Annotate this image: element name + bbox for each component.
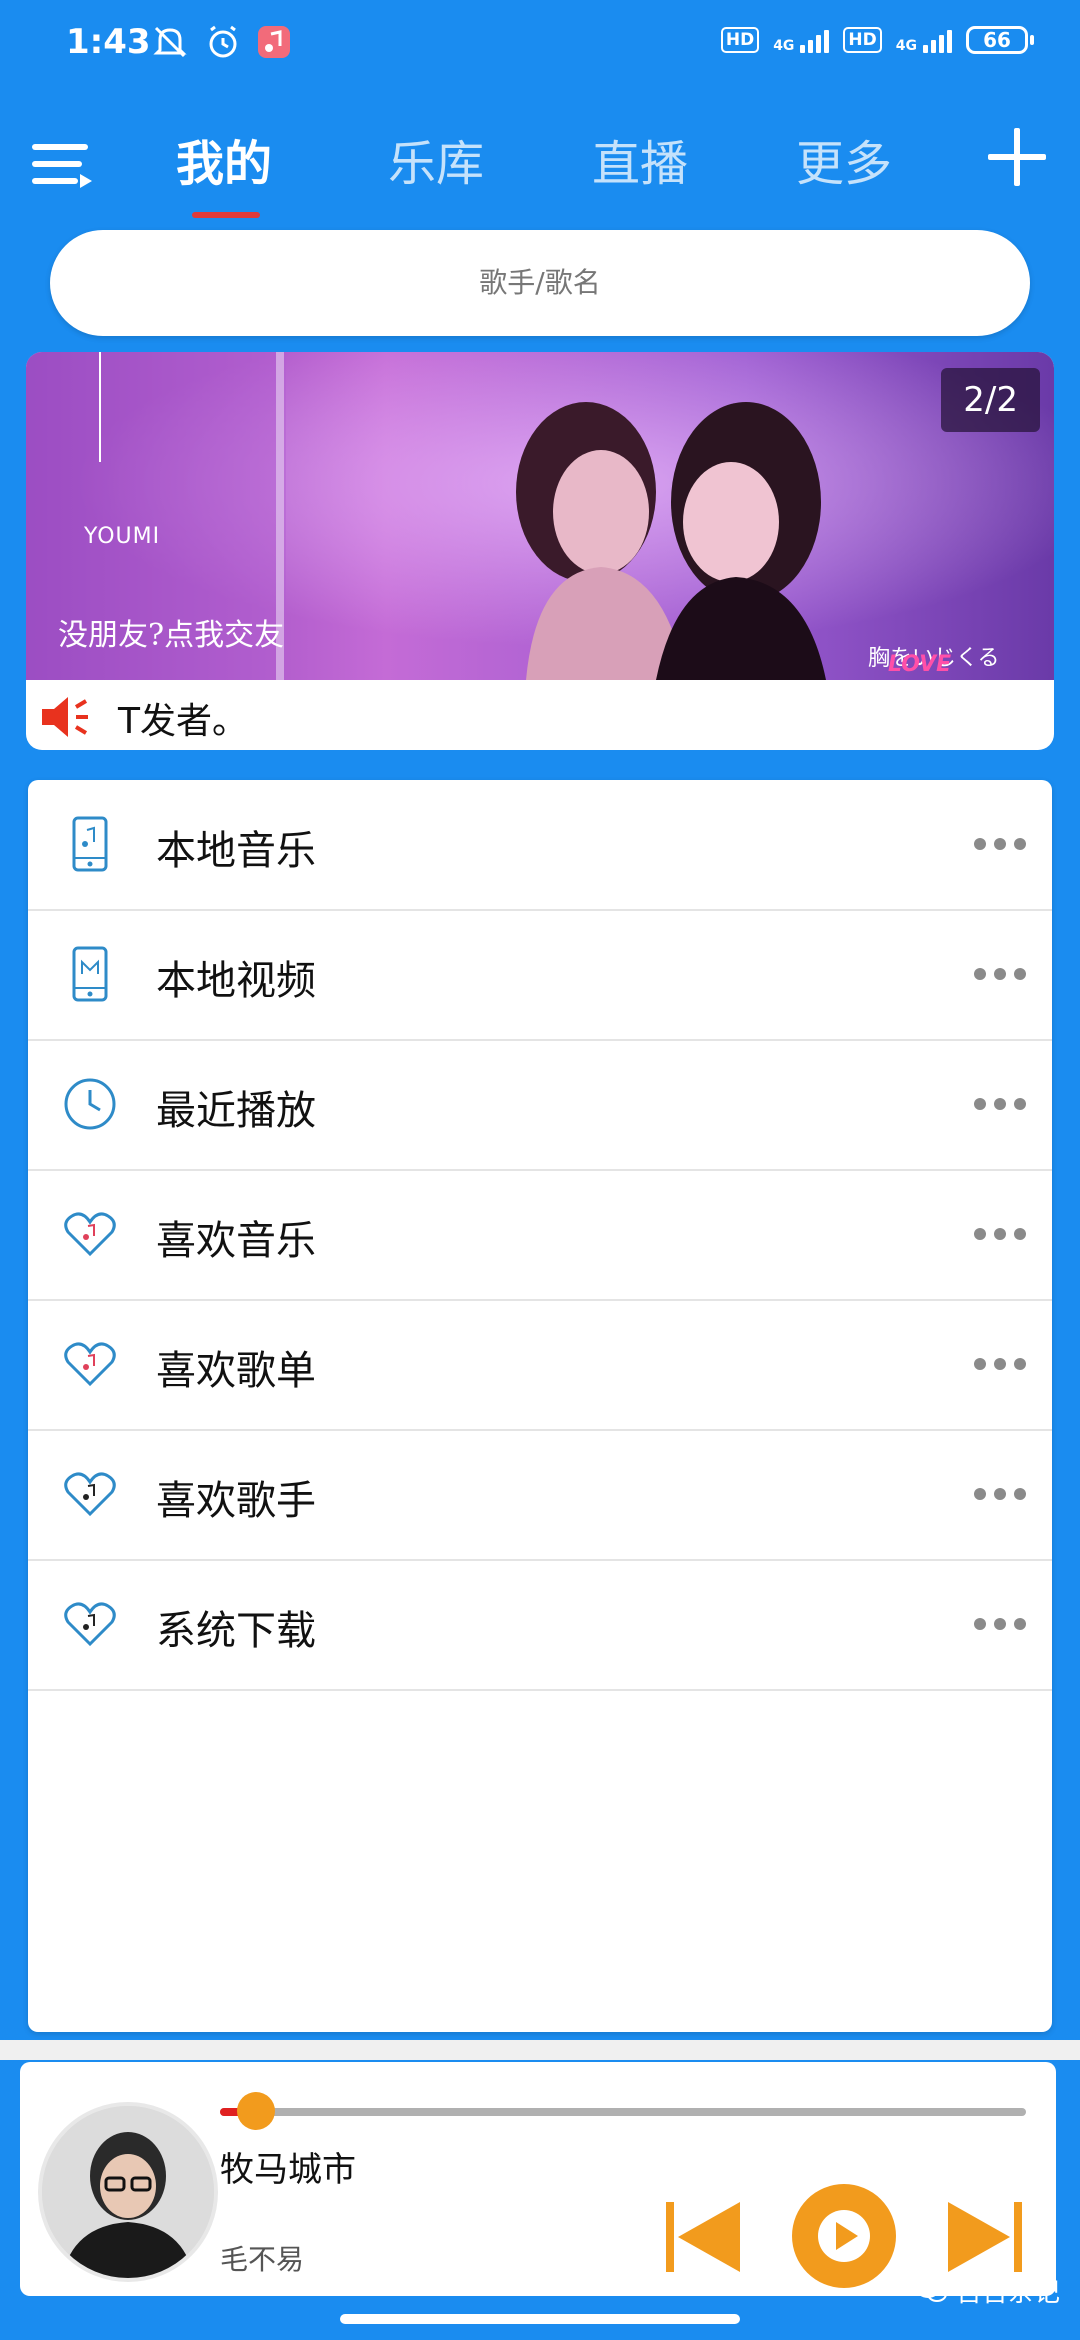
more-icon[interactable] <box>974 968 1026 980</box>
home-indicator[interactable] <box>340 2314 740 2324</box>
more-icon[interactable] <box>974 1488 1026 1500</box>
divider <box>0 2040 1080 2060</box>
network-type-1: 4G <box>773 38 795 54</box>
banner-caption-left: 没朋友?点我交友 <box>58 618 285 653</box>
alarm-icon <box>209 25 237 58</box>
more-icon[interactable] <box>974 838 1026 850</box>
album-avatar[interactable] <box>38 2102 218 2282</box>
progress-thumb[interactable] <box>237 2092 276 2130</box>
announcement-ticker[interactable]: T发者。 <box>118 692 248 744</box>
heart-music-icon <box>64 1212 116 1257</box>
status-right-icons: HD 4G HD 4G 66 <box>720 26 1034 54</box>
network-type-2: 4G <box>895 38 917 54</box>
list-item-downloads[interactable]: 系统下载 <box>28 1560 1052 1691</box>
watermark-text: 吾吾杂记 <box>955 2278 1060 2308</box>
library-list: 本地音乐 本地视频 最近播放 喜欢音乐 喜欢歌单 喜欢歌手 系统下载 <box>28 780 1052 2032</box>
clock-icon <box>64 1078 116 1130</box>
list-item-label: 最近播放 <box>156 1088 316 1134</box>
list-item-label: 喜欢歌单 <box>156 1348 316 1394</box>
status-left-icons <box>150 22 292 62</box>
signal-1-icon: 4G <box>773 27 830 54</box>
play-icon[interactable] <box>790 2182 898 2290</box>
list-item-label: 系统下载 <box>156 1608 316 1654</box>
tab-mine[interactable]: 我的 <box>176 124 272 194</box>
mute-bell-icon <box>153 26 187 58</box>
tab-library[interactable]: 乐库 <box>388 124 484 194</box>
song-title: 牧马城市 <box>220 2150 356 2190</box>
more-icon[interactable] <box>974 1358 1026 1370</box>
signal-2-icon: 4G <box>896 27 952 53</box>
banner-caption-love: LOVE <box>888 652 952 677</box>
battery-icon: 66 <box>966 26 1034 54</box>
add-icon[interactable] <box>986 126 1048 188</box>
banner-logo: YOUMI <box>84 524 161 549</box>
hd-badge-2: HD <box>843 27 882 53</box>
heart-music-icon <box>64 1342 116 1387</box>
song-artist: 毛不易 <box>220 2243 305 2276</box>
previous-icon[interactable] <box>662 2198 746 2276</box>
banner-card[interactable]: YOUMI 没朋友?点我交友 胸をいじくる LOVE 2/2 T发者。 <box>26 352 1054 750</box>
list-item-local-music[interactable]: 本地音乐 <box>28 780 1052 911</box>
list-item-label: 喜欢歌手 <box>156 1478 316 1524</box>
list-item-local-video[interactable]: 本地视频 <box>28 910 1052 1041</box>
hd-badge: HD <box>720 27 760 53</box>
speaker-icon <box>42 697 88 737</box>
list-item-liked-singers[interactable]: 喜欢歌手 <box>28 1430 1052 1561</box>
status-time: 1:43 <box>66 22 151 62</box>
tab-live[interactable]: 直播 <box>592 124 688 194</box>
list-item-label: 本地音乐 <box>156 828 316 874</box>
mini-player[interactable]: 牧马城市 毛不易 <box>20 2062 1056 2296</box>
more-icon[interactable] <box>974 1618 1026 1630</box>
search-placeholder: 歌手/歌名 <box>479 266 601 299</box>
heart-music-icon <box>64 1602 116 1647</box>
list-item-liked-music[interactable]: 喜欢音乐 <box>28 1170 1052 1301</box>
list-item-label: 本地视频 <box>156 958 316 1004</box>
progress-track[interactable] <box>220 2108 1026 2116</box>
music-app-icon <box>258 26 291 58</box>
watermark: 吾吾杂记 <box>915 2272 1060 2309</box>
phone-music-icon <box>72 816 108 872</box>
list-item-label: 喜欢音乐 <box>156 1218 316 1264</box>
menu-icon[interactable] <box>30 138 94 190</box>
status-bar: 1:43 HD 4G HD 4G 66 <box>0 0 1080 90</box>
next-icon[interactable] <box>942 2198 1026 2276</box>
more-icon[interactable] <box>974 1228 1026 1240</box>
list-item-liked-playlists[interactable]: 喜欢歌单 <box>28 1300 1052 1431</box>
banner-page-counter: 2/2 <box>941 368 1040 432</box>
wechat-icon <box>915 2277 947 2302</box>
active-tab-indicator <box>192 212 260 218</box>
heart-music-icon <box>64 1472 116 1517</box>
tab-more[interactable]: 更多 <box>796 124 892 194</box>
phone-video-icon <box>72 946 108 1002</box>
more-icon[interactable] <box>974 1098 1026 1110</box>
list-item-recent[interactable]: 最近播放 <box>28 1040 1052 1171</box>
